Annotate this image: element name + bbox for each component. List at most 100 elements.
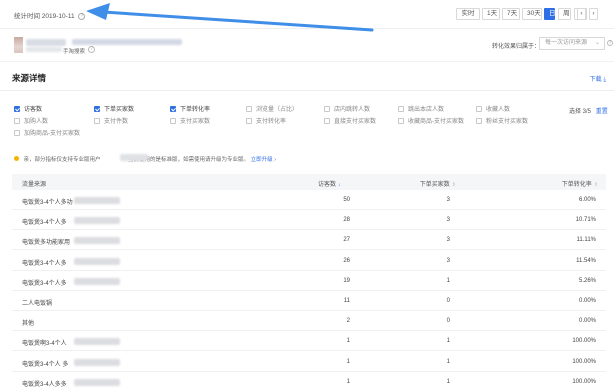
metric-label: 下单买家数 xyxy=(104,107,135,113)
checkbox-icon[interactable] xyxy=(246,118,252,124)
table-row[interactable]: 电饭煲3-4人多多 1 1 100.00% xyxy=(12,372,606,391)
metric-option[interactable]: 浏览量（占比） xyxy=(246,106,298,115)
shop-avatar xyxy=(14,37,23,53)
checkbox-icon[interactable] xyxy=(170,118,176,124)
metric-label: 收藏商品-支付买家数 xyxy=(408,119,464,125)
metric-option[interactable]: 支付件数 xyxy=(94,118,128,127)
column-header-rate[interactable]: 下单转化率 ⇕ xyxy=(562,179,598,188)
checkbox-icon[interactable] xyxy=(398,106,404,112)
attribution-select[interactable]: 每一次访问来源 ⌄ xyxy=(539,37,605,50)
metric-label: 加购人数 xyxy=(24,119,49,125)
metric-option[interactable]: 支付转化率 xyxy=(246,118,286,127)
cell-source: 二人电饭锅 xyxy=(22,301,53,307)
cell-visitors: 19 xyxy=(343,277,350,284)
attribution-label: 转化效果归属于： xyxy=(492,44,541,50)
metric-label: 粉丝支付买家数 xyxy=(486,119,529,125)
metric-option[interactable]: 粉丝支付买家数 xyxy=(476,118,528,127)
table-header: 流量来源 访客数 ↓ 下单买家数 ⇕ 下单转化率 ⇕ xyxy=(12,174,606,190)
cell-buyers: 3 xyxy=(446,257,450,264)
table-row[interactable]: 电饭煲3-4个人多 28 3 10.71% xyxy=(12,210,606,231)
cell-buyers: 3 xyxy=(446,197,450,203)
cell-rate: 0.00% xyxy=(578,298,596,304)
cell-source: 电饭煲3-4个人多 xyxy=(22,260,67,267)
cell-visitors: 50 xyxy=(343,197,350,203)
range-button-4[interactable]: 日 xyxy=(544,8,556,20)
checkbox-icon[interactable] xyxy=(246,106,252,112)
range-button-0[interactable]: 实时 xyxy=(456,8,480,20)
reset-button[interactable]: 重置 xyxy=(596,109,608,115)
metric-option[interactable]: 支付买家数 xyxy=(170,118,210,127)
metric-option[interactable]: 下单转化率 xyxy=(170,106,210,115)
top-bar: 统计时间 2019-10-11 ? 实时1天7天30天日周月‹› xyxy=(0,0,614,29)
cell-source: 电饭煲3-4个人多功 xyxy=(22,200,73,206)
cell-rate: 0.00% xyxy=(578,318,596,325)
cell-buyers: 0 xyxy=(446,318,450,325)
cell-visitors: 27 xyxy=(343,237,350,244)
metric-option[interactable]: 加购人数 xyxy=(14,118,48,127)
checkbox-checked-icon[interactable] xyxy=(14,106,20,112)
cell-source: 电饭煲3-4个人 多 xyxy=(22,361,69,368)
metric-option[interactable]: 店内跳转人数 xyxy=(324,106,370,115)
metric-option[interactable]: 跳出本店人数 xyxy=(398,106,444,115)
checkbox-icon[interactable] xyxy=(94,118,100,124)
cell-source: 电饭煲3-4人多多 xyxy=(22,381,67,388)
range-button-3[interactable]: 30天 xyxy=(522,8,542,20)
checkbox-icon[interactable] xyxy=(476,106,482,112)
cell-buyers: 0 xyxy=(446,298,450,304)
column-header-buyers[interactable]: 下单买家数 ⇕ xyxy=(420,179,456,188)
redacted-text xyxy=(74,338,120,346)
checkbox-icon[interactable] xyxy=(324,118,330,124)
metric-label: 浏览量（占比） xyxy=(256,107,299,113)
checkbox-icon[interactable] xyxy=(398,118,404,124)
cell-rate: 11.54% xyxy=(576,257,596,264)
upgrade-link[interactable]: 立即升级 › xyxy=(251,157,276,163)
range-button-1[interactable]: 1天 xyxy=(482,8,500,20)
table-row[interactable]: 电饭煲多功能家用 27 3 11.11% xyxy=(12,230,606,251)
checkbox-checked-icon[interactable] xyxy=(170,106,176,112)
table-row[interactable]: 其他 2 0 0.00% xyxy=(12,311,606,332)
checkbox-checked-icon[interactable] xyxy=(94,106,100,112)
range-button-5[interactable]: 周 xyxy=(558,8,571,20)
column-header-source: 流量来源 xyxy=(22,182,47,188)
metric-option[interactable]: 直接支付买家数 xyxy=(324,118,376,127)
metric-option[interactable]: 访客数 xyxy=(14,106,42,115)
help-icon[interactable]: ? xyxy=(607,40,613,46)
metric-label: 下单转化率 xyxy=(180,107,211,113)
stat-time-label: 统计时间 2019-10-11 xyxy=(14,13,75,20)
table-row[interactable]: 电饭煲3-4个人多 19 1 5.26% xyxy=(12,271,606,291)
cell-source: 电饭煲3-4个人多 xyxy=(22,220,67,227)
download-button[interactable]: 下载 ⤓ xyxy=(590,74,606,84)
table-row[interactable]: 电饭煲啊3-4个人 1 1 100.00% xyxy=(12,331,606,352)
column-header-visitors[interactable]: 访客数 ↓ xyxy=(318,179,341,188)
metric-option[interactable]: 下单买家数 xyxy=(94,106,134,115)
metric-option[interactable]: 收藏商品-支付买家数 xyxy=(398,118,464,127)
cell-visitors: 2 xyxy=(346,318,350,325)
cell-buyers: 1 xyxy=(446,277,450,284)
metric-option[interactable]: 收藏人数 xyxy=(476,106,510,115)
help-icon[interactable]: ? xyxy=(78,12,86,20)
next-arrow-icon[interactable]: › xyxy=(589,8,598,20)
cell-buyers: 3 xyxy=(446,237,450,244)
checkbox-icon[interactable] xyxy=(14,118,20,124)
metric-label: 支付件数 xyxy=(104,119,129,125)
cell-visitors: 1 xyxy=(346,378,350,385)
shop-name-redacted xyxy=(26,39,66,46)
help-icon[interactable]: ? xyxy=(88,46,95,53)
cell-rate: 5.26% xyxy=(578,277,596,284)
range-button-2[interactable]: 7天 xyxy=(502,8,520,20)
stat-time: 统计时间 2019-10-11 ? xyxy=(14,10,86,20)
table-row[interactable]: 二人电饭锅 11 0 0.00% xyxy=(12,291,606,311)
cell-source: 电饭煲多功能家用 xyxy=(22,240,71,247)
attribution-value: 每一次访问来源 xyxy=(545,40,588,46)
table-row[interactable]: 电饭煲3-4个人 多 1 1 100.00% xyxy=(12,352,606,372)
table-row[interactable]: 电饭煲3-4个人多 26 3 11.54% xyxy=(12,251,606,271)
checkbox-icon[interactable] xyxy=(14,130,20,136)
prev-arrow-icon[interactable]: ‹ xyxy=(577,8,586,20)
metric-label: 加购商品-支付买家数 xyxy=(24,131,80,137)
table-row[interactable]: 电饭煲3-4个人多功 50 3 6.00% xyxy=(12,190,606,210)
checkbox-icon[interactable] xyxy=(476,118,482,124)
checkbox-icon[interactable] xyxy=(324,106,330,112)
column-header-rate-label: 下单转化率 xyxy=(561,182,592,188)
metric-option[interactable]: 加购商品-支付买家数 xyxy=(14,130,80,139)
cell-visitors: 28 xyxy=(343,217,350,224)
